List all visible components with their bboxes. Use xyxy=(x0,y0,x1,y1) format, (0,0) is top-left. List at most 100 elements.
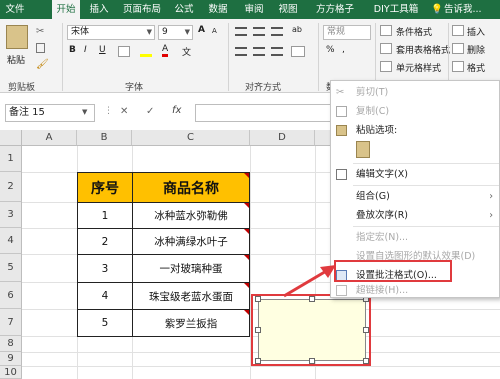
table-header-cell[interactable]: 序号 xyxy=(77,172,133,203)
cancel-icon[interactable]: ✕ xyxy=(120,106,128,117)
menu-separator xyxy=(353,226,499,227)
table-cell[interactable]: 3 xyxy=(77,254,133,283)
table-format-icon xyxy=(380,43,392,54)
row-header[interactable]: 6 xyxy=(0,282,22,309)
bold-button[interactable]: B xyxy=(69,45,76,55)
paste-button[interactable]: 粘贴 xyxy=(7,53,25,66)
table-header-cell[interactable]: 商品名称 xyxy=(132,172,250,203)
delete-cells-button[interactable]: 删除 xyxy=(467,43,485,56)
tab-formulas[interactable]: 公式 xyxy=(170,0,198,19)
menu-item-label: 指定宏(N)... xyxy=(356,232,409,243)
row-header[interactable]: 2 xyxy=(0,172,22,202)
underline-button[interactable]: U xyxy=(99,45,106,55)
table-cell[interactable]: 1 xyxy=(77,202,133,229)
tab-page-layout[interactable]: 页面布局 xyxy=(117,0,167,19)
tab-fangfang[interactable]: 方方格子 xyxy=(310,0,360,19)
phonetic-button[interactable]: 文 xyxy=(182,45,191,58)
table-cell[interactable]: 2 xyxy=(77,228,133,255)
align-middle-icon[interactable] xyxy=(253,27,265,36)
table-cell[interactable]: 冰种满绿水叶子 xyxy=(132,228,250,255)
column-header[interactable]: A xyxy=(22,130,77,146)
align-right-icon[interactable] xyxy=(271,47,283,56)
row-header[interactable]: 5 xyxy=(0,254,22,282)
row-header[interactable]: 4 xyxy=(0,228,22,254)
comment-indicator xyxy=(244,310,249,315)
column-header[interactable]: B xyxy=(77,130,132,146)
align-bottom-icon[interactable] xyxy=(271,27,283,36)
tab-insert[interactable]: 插入 xyxy=(85,0,113,19)
font-grow-button[interactable]: A xyxy=(198,25,205,35)
tab-home[interactable]: 开始 xyxy=(52,0,80,19)
font-shrink-button[interactable]: A xyxy=(212,27,217,35)
comment-indicator xyxy=(244,283,249,288)
menu-item-paste-options: 粘贴选项: xyxy=(331,121,500,140)
table-cell[interactable]: 珠宝级老蓝水蛋面 xyxy=(132,282,250,310)
menu-item-label: 复制(C) xyxy=(356,106,390,117)
number-format-value: 常规 xyxy=(327,27,346,37)
font-name-select[interactable]: 宋体 ▼ xyxy=(67,25,155,40)
cell-style-button[interactable]: 单元格样式 xyxy=(396,61,441,74)
table-cell[interactable]: 4 xyxy=(77,282,133,310)
align-center-icon[interactable] xyxy=(253,47,265,56)
format-cells-button[interactable]: 格式 xyxy=(467,61,485,74)
row-header[interactable]: 10 xyxy=(0,366,22,379)
merge-center-icon[interactable] xyxy=(291,46,305,57)
row-header[interactable]: 9 xyxy=(0,352,22,366)
cut-icon[interactable]: ✂ xyxy=(36,26,44,37)
chevron-down-icon: ▼ xyxy=(146,28,152,36)
italic-button[interactable]: I xyxy=(84,45,87,55)
menu-item-label: 组合(G) xyxy=(356,191,390,202)
menu-item-copy[interactable]: 复制(C) xyxy=(331,102,500,121)
table-cell[interactable]: 5 xyxy=(77,309,133,337)
tab-view[interactable]: 视图 xyxy=(274,0,302,19)
table-cell[interactable]: 一对玻璃种蛋 xyxy=(132,254,250,283)
font-color-button[interactable]: A xyxy=(162,44,169,57)
confirm-icon[interactable]: ✓ xyxy=(146,106,154,117)
select-all-corner[interactable] xyxy=(0,130,22,146)
tab-file[interactable]: 文件 xyxy=(0,0,30,19)
table-cell[interactable]: 冰种蓝水弥勒佛 xyxy=(132,202,250,229)
align-left-icon[interactable] xyxy=(235,47,247,56)
ribbon-separator xyxy=(62,23,63,91)
row-header[interactable]: 7 xyxy=(0,309,22,336)
percent-button[interactable]: % xyxy=(326,45,335,55)
menu-item-assign-macro[interactable]: 指定宏(N)... xyxy=(331,228,500,247)
column-header[interactable]: D xyxy=(250,130,315,146)
menu-item-label: 超链接(H)... xyxy=(356,285,409,296)
tab-diy-toolbox[interactable]: DIY工具箱 xyxy=(365,0,427,19)
wrap-text-button[interactable]: ab xyxy=(292,25,302,34)
menu-item-label: 粘贴选项: xyxy=(356,125,398,136)
menu-highlight-box xyxy=(334,260,452,282)
insert-cells-button[interactable]: 插入 xyxy=(467,25,485,38)
group-label-font: 字体 xyxy=(125,83,144,93)
menu-item-edit-text[interactable]: 编辑文字(X) xyxy=(331,165,500,184)
tab-data[interactable]: 数据 xyxy=(204,0,232,19)
conditional-format-button[interactable]: 条件格式 xyxy=(396,25,432,38)
row-header[interactable]: 3 xyxy=(0,202,22,228)
column-header[interactable]: C xyxy=(132,130,250,146)
insert-function-icon[interactable]: fx xyxy=(172,105,181,116)
paste-icon[interactable] xyxy=(6,25,28,49)
row-header[interactable]: 8 xyxy=(0,336,22,352)
comma-button[interactable]: , xyxy=(342,45,345,55)
menu-item-cut[interactable]: ✂ 剪切(T) xyxy=(331,83,500,102)
number-format-select[interactable]: 常规 xyxy=(323,25,371,40)
lightbulb-icon: 💡 xyxy=(431,4,443,15)
menu-item-group[interactable]: 组合(G) › xyxy=(331,187,500,206)
border-icon[interactable] xyxy=(118,46,130,57)
paste-option-icon[interactable] xyxy=(356,141,370,158)
row-header[interactable]: 1 xyxy=(0,146,22,172)
font-size-select[interactable]: 9 ▼ xyxy=(158,25,193,40)
menu-item-order[interactable]: 叠放次序(R) › xyxy=(331,206,500,225)
table-cell[interactable]: 紫罗兰扳指 xyxy=(132,309,250,337)
menu-item-hyperlink[interactable]: 超链接(H)... xyxy=(331,283,500,298)
tell-me-box[interactable]: 告诉我... xyxy=(444,0,500,19)
chevron-down-icon[interactable]: ▼ xyxy=(82,108,87,116)
table-format-button[interactable]: 套用表格格式 xyxy=(396,43,450,56)
tab-review[interactable]: 审阅 xyxy=(240,0,268,19)
format-painter-icon[interactable]: 🖌 xyxy=(36,59,49,70)
copy-icon[interactable] xyxy=(36,43,45,53)
chevron-right-icon: › xyxy=(489,191,493,202)
align-top-icon[interactable] xyxy=(235,27,247,36)
fill-color-icon[interactable] xyxy=(140,46,152,57)
